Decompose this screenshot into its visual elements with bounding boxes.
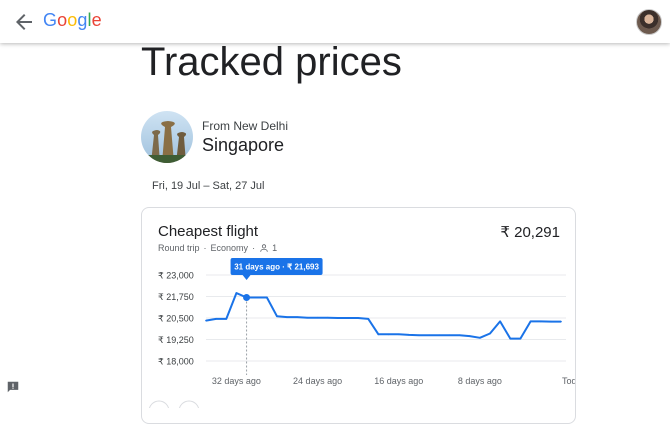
data-point: [296, 316, 299, 318]
data-point: [489, 332, 491, 335]
data-point: [428, 334, 430, 336]
y-tick-label: ₹ 19,250: [158, 335, 194, 345]
x-tick-label: 32 days ago: [212, 376, 261, 386]
price-card[interactable]: Cheapest flight ₹ 20,291 Round trip · Ec…: [141, 207, 576, 424]
data-point: [316, 316, 319, 319]
origin-label: From New Delhi: [202, 119, 289, 133]
x-tick-label: 24 days ago: [293, 376, 342, 386]
destination-image: [141, 111, 193, 163]
data-point: [357, 317, 359, 319]
top-app-bar: Google: [0, 0, 670, 43]
trip-dates: Fri, 19 Jul – Sat, 27 Jul: [152, 180, 265, 192]
x-tick-label: 8 days ago: [458, 376, 502, 386]
data-point: [550, 320, 552, 323]
logo-letter: o: [57, 10, 68, 30]
data-point: [266, 296, 268, 299]
data-point: [255, 296, 258, 299]
data-point: [560, 320, 562, 323]
x-tick-label: 16 days ago: [374, 376, 423, 386]
logo-letter: G: [43, 10, 58, 30]
data-point: [397, 333, 400, 336]
data-point: [438, 334, 441, 336]
google-logo[interactable]: Google: [43, 10, 102, 31]
tooltip-arrow: [242, 275, 251, 280]
data-point: [276, 315, 278, 318]
data-point: [448, 334, 451, 336]
page-title: Tracked prices: [141, 40, 402, 84]
data-point: [479, 336, 481, 339]
data-point: [387, 333, 390, 336]
data-point: [529, 320, 532, 323]
price-history-chart[interactable]: ₹ 23,000 ₹ 21,750 ₹ 20,500 ₹ 19,250 ₹ 18,000…: [142, 208, 575, 423]
data-point: [408, 334, 410, 336]
arrow-back-icon[interactable]: [12, 10, 36, 34]
data-point: [347, 317, 349, 319]
data-point: [509, 337, 512, 340]
logo-letter: e: [91, 10, 102, 30]
y-tick-label: ₹ 21,750: [158, 292, 194, 302]
x-tick-label: Today: [562, 376, 575, 386]
data-point: [225, 318, 228, 320]
card-actions-partial: [148, 400, 200, 408]
data-point: [468, 335, 471, 337]
data-point: [418, 334, 420, 336]
feedback-icon[interactable]: [6, 380, 20, 394]
price-series-line: [205, 292, 561, 340]
data-point: [337, 317, 339, 319]
data-point: [499, 320, 501, 323]
data-point: [539, 320, 542, 323]
data-point: [326, 316, 329, 319]
logo-letter: g: [77, 10, 88, 30]
data-point: [286, 316, 288, 318]
logo-letter: o: [67, 10, 78, 30]
data-point: [215, 318, 217, 320]
y-tick-label: ₹ 20,500: [158, 314, 194, 324]
data-point: [235, 292, 238, 294]
destination-name: Singapore: [202, 135, 285, 155]
data-point: [519, 337, 522, 340]
data-point: [458, 334, 461, 336]
data-point: [367, 318, 370, 320]
y-tick-label: ₹ 23,000: [158, 271, 194, 281]
data-point: [306, 316, 309, 319]
y-tick-label: ₹ 18,000: [158, 357, 194, 367]
data-point: [205, 319, 207, 322]
account-avatar[interactable]: [636, 9, 662, 35]
data-point: [377, 333, 380, 336]
tooltip-text: 31 days ago · ₹ 21,693: [234, 263, 319, 272]
highlight-point: [243, 293, 251, 301]
